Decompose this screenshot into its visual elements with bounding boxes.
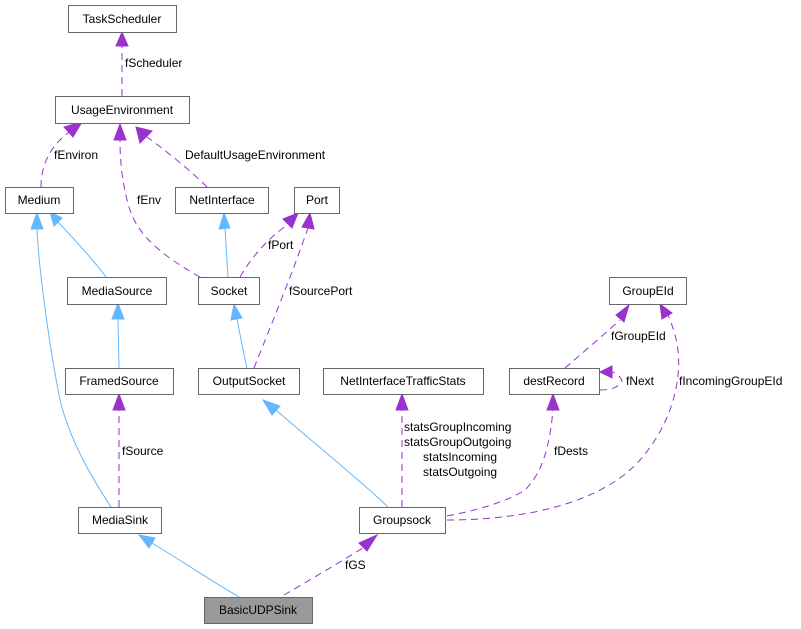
- node-framedsource[interactable]: FramedSource: [65, 368, 174, 395]
- edge-label-fenviron: fEnviron: [54, 148, 98, 162]
- edge-label-fscheduler: fScheduler: [125, 56, 182, 70]
- edge-label-stats-2: statsIncoming: [423, 450, 497, 464]
- node-groupeid[interactable]: GroupEId: [609, 277, 687, 305]
- node-label: Port: [306, 193, 329, 207]
- edge-destrecord-self-fnext: [598, 365, 623, 391]
- edge-basicudpsink-to-mediasink: [137, 534, 240, 598]
- edge-label-stats-1: statsGroupOutgoing: [404, 435, 511, 449]
- node-usageenvironment[interactable]: UsageEnvironment: [55, 96, 190, 124]
- node-netinterfacetrafficstats[interactable]: NetInterfaceTrafficStats: [323, 368, 484, 395]
- node-port[interactable]: Port: [294, 187, 340, 214]
- node-label: OutputSocket: [213, 374, 286, 388]
- node-label: Medium: [18, 193, 61, 207]
- node-label: BasicUDPSink: [219, 603, 298, 617]
- edge-mediasink-to-medium: [30, 211, 112, 508]
- node-basicudpsink[interactable]: BasicUDPSink: [204, 597, 313, 624]
- node-outputsocket[interactable]: OutputSocket: [198, 368, 300, 395]
- node-label: MediaSink: [92, 513, 149, 527]
- collaboration-diagram: fScheduler fEnviron fEnv DefaultUsageEnv…: [5, 5, 782, 624]
- node-netinterface[interactable]: NetInterface: [175, 187, 269, 214]
- edge-mediasource-to-medium: [49, 211, 107, 278]
- edge-label-fenv: fEnv: [137, 193, 161, 207]
- node-label: GroupEId: [622, 284, 673, 298]
- node-label: Socket: [211, 284, 248, 298]
- node-label: destRecord: [523, 374, 584, 388]
- node-label: NetInterface: [189, 193, 255, 207]
- edge-socket-to-netinterface: [218, 211, 231, 278]
- edge-label-fnext: fNext: [626, 374, 655, 388]
- edge-label-stats-0: statsGroupIncoming: [404, 420, 511, 434]
- edge-label-fgs: fGS: [345, 558, 366, 572]
- edge-label-fgroupeid: fGroupEId: [611, 329, 666, 343]
- node-mediasource[interactable]: MediaSource: [67, 277, 167, 305]
- edge-outputsocket-to-socket: [230, 302, 248, 369]
- edge-framedsource-to-mediasource: [111, 301, 125, 369]
- node-label: FramedSource: [79, 374, 159, 388]
- node-label: TaskScheduler: [83, 12, 162, 26]
- edge-label-fincominggroupeid: fIncomingGroupEId: [679, 374, 782, 388]
- node-label: MediaSource: [82, 284, 153, 298]
- edge-groupsock-to-outputsocket: [261, 399, 389, 508]
- edge-label-fsourceport: fSourcePort: [289, 284, 353, 298]
- edge-label-fdests: fDests: [554, 444, 588, 458]
- edge-label-defaultusageenvironment: DefaultUsageEnvironment: [185, 148, 326, 162]
- edge-label-fport: fPort: [268, 238, 294, 252]
- node-label: UsageEnvironment: [71, 103, 174, 117]
- node-destrecord[interactable]: destRecord: [509, 368, 600, 395]
- edge-label-fsource: fSource: [122, 444, 164, 458]
- node-medium[interactable]: Medium: [5, 187, 74, 214]
- node-socket[interactable]: Socket: [198, 277, 260, 305]
- node-label: Groupsock: [373, 513, 432, 527]
- edge-label-stats-3: statsOutgoing: [423, 465, 497, 479]
- node-taskscheduler[interactable]: TaskScheduler: [68, 5, 177, 33]
- node-label: NetInterfaceTrafficStats: [340, 374, 465, 388]
- node-mediasink[interactable]: MediaSink: [78, 507, 162, 534]
- edge-groupsock-to-netinterfacetrafficstats: [395, 392, 409, 507]
- node-groupsock[interactable]: Groupsock: [359, 507, 446, 534]
